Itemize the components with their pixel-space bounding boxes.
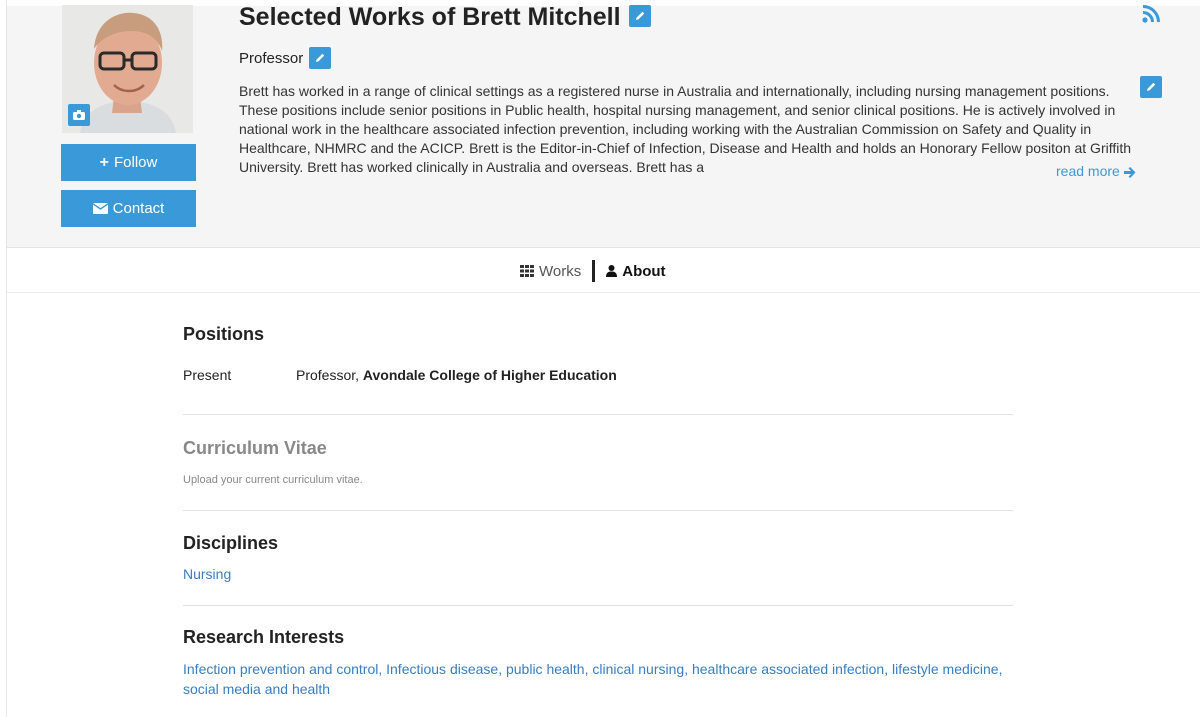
follow-label: Follow: [113, 154, 158, 171]
user-icon: [606, 265, 618, 277]
profile-tabs: Works About: [520, 260, 666, 282]
section-divider: [183, 414, 1013, 415]
page-left-border: [0, 0, 7, 717]
position-separator: ,: [355, 367, 363, 383]
rss-icon[interactable]: [1141, 4, 1161, 24]
position-role: Professor: [296, 367, 356, 383]
plus-icon: +: [99, 153, 109, 171]
read-more-link[interactable]: read more: [1056, 163, 1136, 179]
pencil-icon: [316, 53, 325, 62]
section-divider: [183, 510, 1013, 511]
tab-about-label: About: [622, 262, 666, 280]
edit-title-button[interactable]: [628, 5, 651, 28]
pencil-icon: [635, 12, 644, 21]
position-institution: Avondale College of Higher Education: [362, 367, 617, 383]
position-row: Present Professor, Avondale College of Hi…: [183, 367, 617, 383]
follow-button[interactable]: + Follow: [61, 144, 196, 181]
pencil-icon: [1147, 82, 1156, 91]
cv-upload-hint: Upload your current curriculum vitae.: [183, 474, 363, 486]
tab-about[interactable]: About: [606, 262, 666, 280]
tab-divider: [592, 260, 596, 282]
contact-button[interactable]: Contact: [61, 190, 196, 227]
positions-heading: Positions: [183, 324, 265, 344]
contact-label: Contact: [112, 200, 165, 217]
page-title-text: Selected Works of Brett Mitchell: [239, 3, 621, 31]
change-photo-button[interactable]: [68, 104, 90, 126]
tab-works[interactable]: Works: [520, 263, 581, 280]
grid-icon: [520, 265, 534, 277]
edit-role-button[interactable]: [309, 47, 332, 69]
tab-works-label: Works: [539, 262, 582, 280]
role-text: Professor: [239, 49, 304, 67]
research-interests-text[interactable]: Infection prevention and control, Infect…: [183, 659, 1003, 699]
profile-header: + Follow Contact Selected Works of Brett…: [7, 0, 1200, 248]
tabs-divider: [7, 292, 1200, 293]
camera-icon: [73, 110, 85, 120]
cv-heading[interactable]: Curriculum Vitae: [183, 438, 327, 459]
profile-bio: Brett has worked in a range of clinical …: [239, 83, 1132, 175]
read-more-label: read more: [1056, 163, 1120, 179]
section-divider: [183, 605, 1013, 606]
envelope-icon: [92, 203, 108, 214]
bio-fade-overlay: [852, 185, 1052, 207]
arrow-right-icon: [1123, 166, 1136, 178]
position-date: Present: [183, 367, 232, 383]
research-heading: Research Interests: [183, 627, 345, 647]
edit-bio-button[interactable]: [1140, 76, 1162, 98]
disciplines-heading: Disciplines: [183, 533, 279, 553]
profile-role: Professor: [239, 47, 332, 70]
page-title: Selected Works of Brett Mitchell: [239, 3, 651, 32]
discipline-link[interactable]: Nursing: [183, 566, 231, 582]
